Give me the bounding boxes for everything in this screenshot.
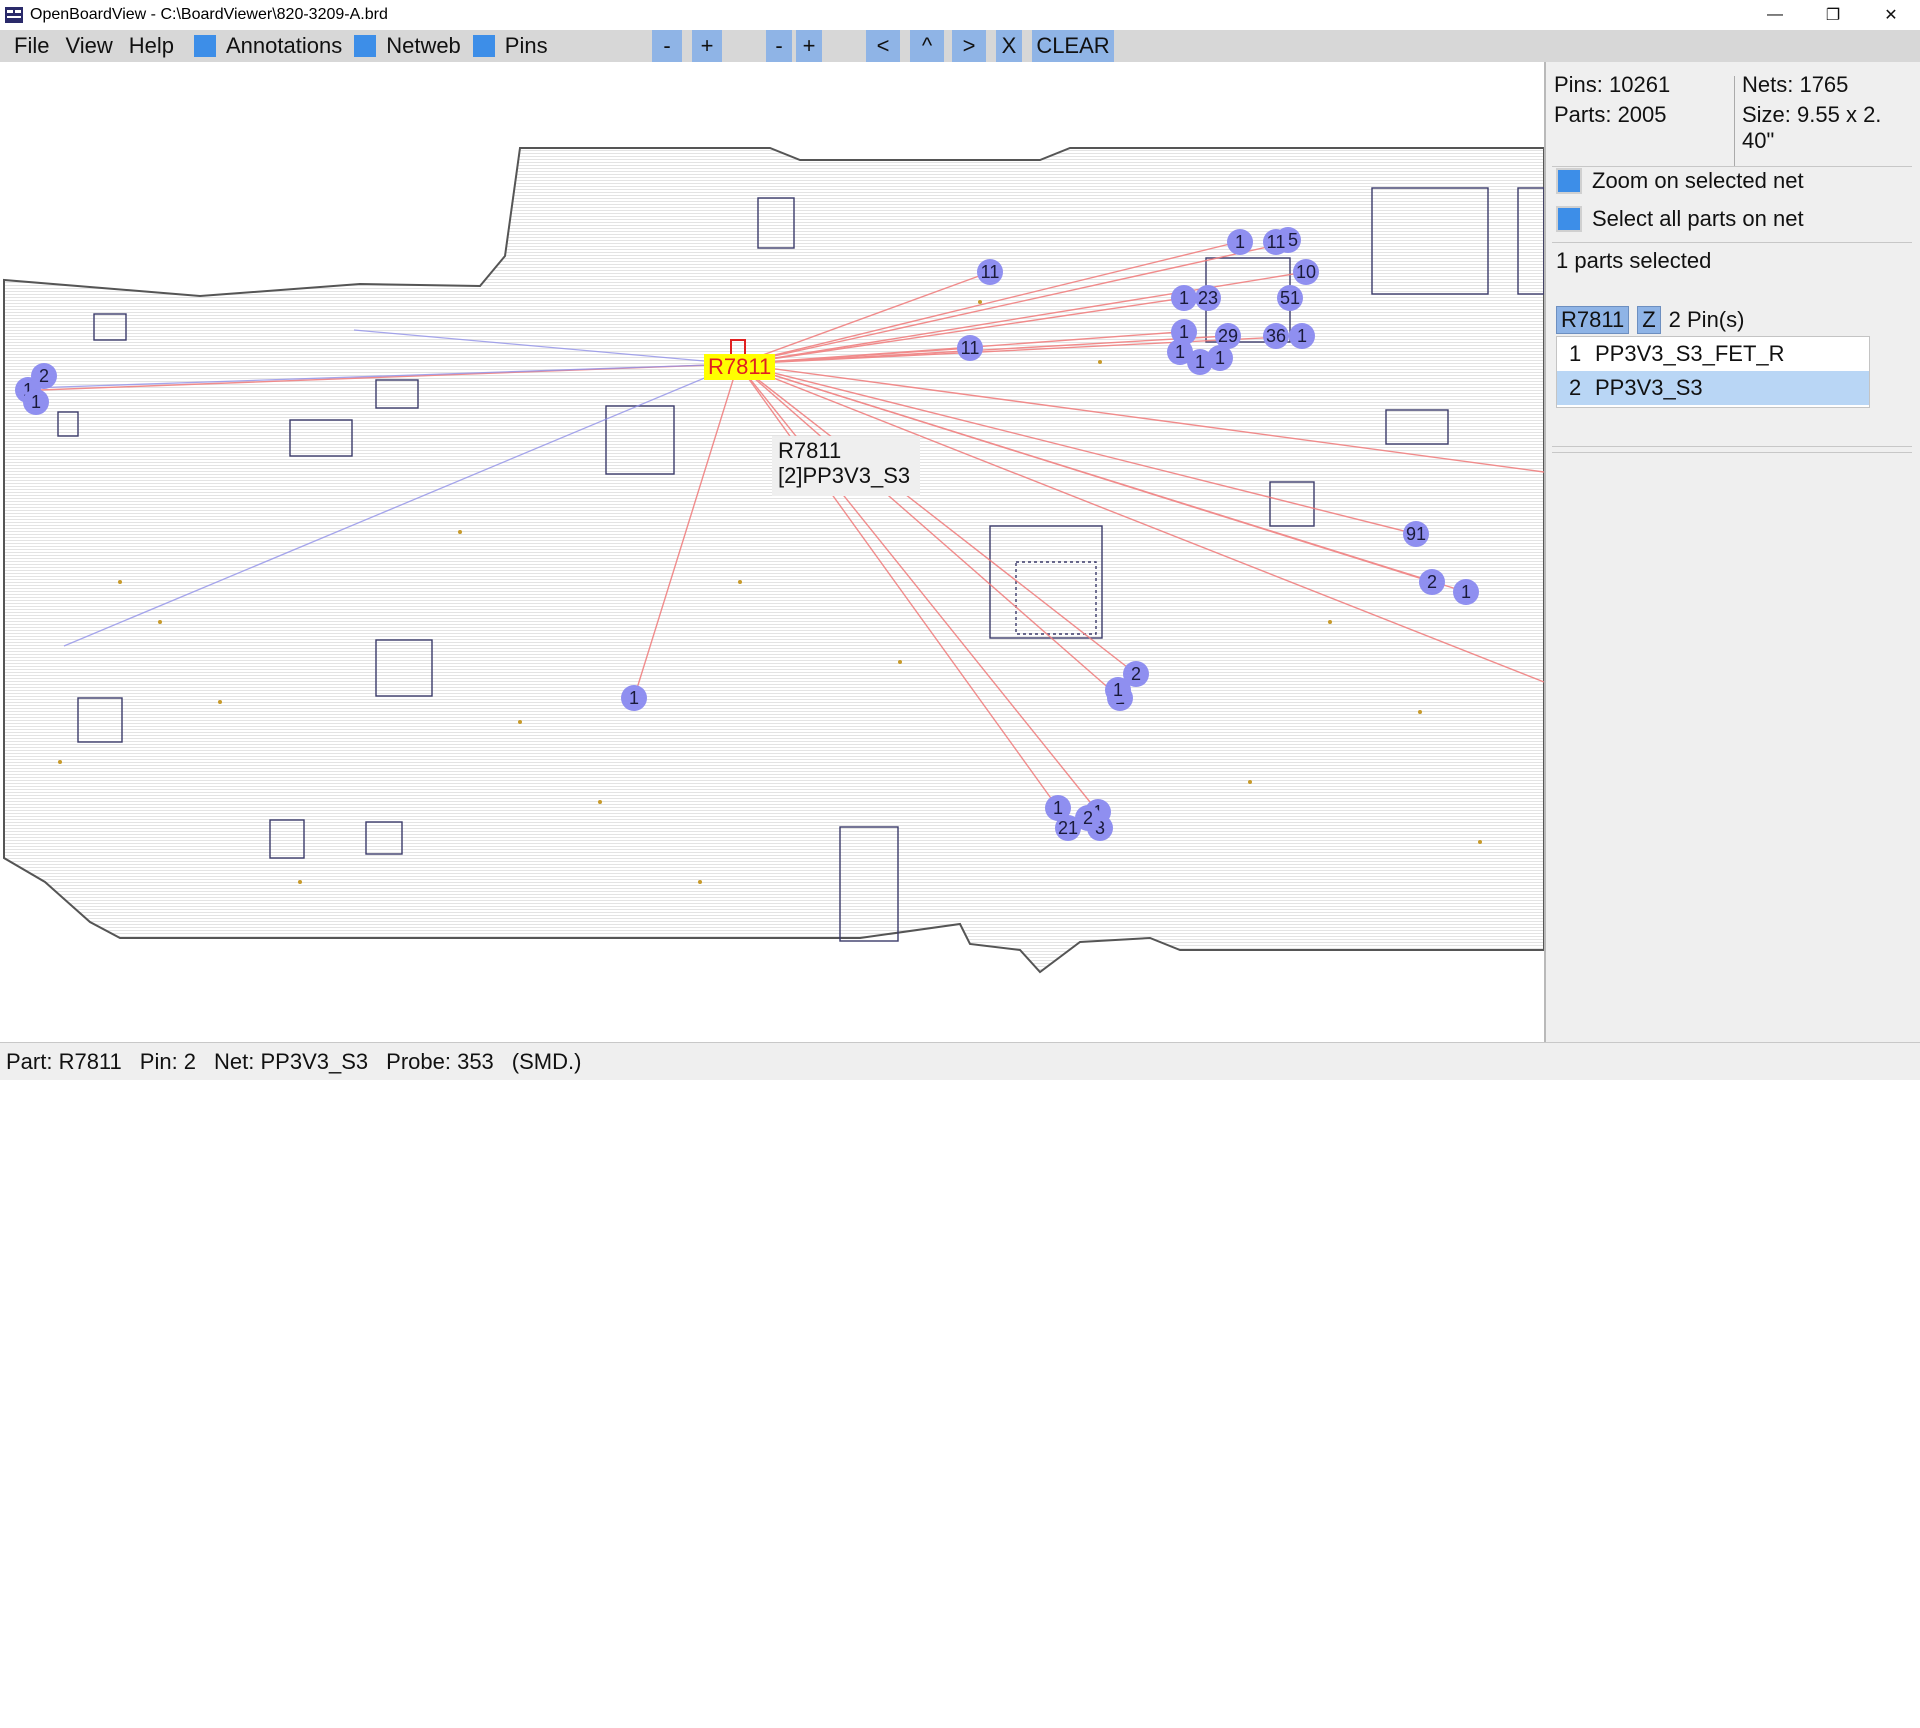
restore-icon: ❐ xyxy=(1825,7,1841,24)
close-button[interactable]: ✕ xyxy=(1862,0,1920,30)
menu-help[interactable]: Help xyxy=(121,33,182,59)
pin-net: PP3V3_S3 xyxy=(1595,375,1703,400)
info-panel: Pins: 10261 Parts: 2005 Nets: 1765 Size:… xyxy=(1546,62,1920,1042)
hover-tooltip: R7811 [2]PP3V3_S3 xyxy=(772,436,920,496)
select-all-label: Select all parts on net xyxy=(1592,206,1804,231)
board-viewport[interactable]: 1211111111510111123511293611191212111211… xyxy=(0,62,1546,1042)
pin-net: PP3V3_S3_FET_R xyxy=(1595,341,1785,366)
pin-marker[interactable]: 91 xyxy=(1403,521,1429,547)
scale-down-button[interactable]: - xyxy=(766,30,792,62)
menu-view[interactable]: View xyxy=(57,33,120,59)
pin-marker[interactable]: 11 xyxy=(1263,229,1289,255)
size-stat: Size: 9.55 x 2. 40" xyxy=(1742,102,1882,153)
highlighted-part-label: R7811 xyxy=(704,354,776,380)
pin-marker[interactable]: 51 xyxy=(1277,285,1303,311)
zoom-on-net-label: Zoom on selected net xyxy=(1592,168,1804,193)
pin-marker[interactable]: 2 xyxy=(1075,805,1101,831)
window-title: OpenBoardView - C:\BoardViewer\820-3209-… xyxy=(30,6,388,23)
scale-up-button[interactable]: + xyxy=(796,30,822,62)
pin-marker[interactable]: 2 xyxy=(31,363,57,389)
netweb-toggle[interactable]: Netweb xyxy=(354,33,461,59)
pin-number: 1 xyxy=(1569,341,1582,366)
prev-button[interactable]: < xyxy=(866,30,900,62)
tooltip-part: R7811 xyxy=(778,438,842,463)
pins-checkbox[interactable] xyxy=(472,35,495,57)
clear-button[interactable]: CLEAR xyxy=(1032,30,1114,62)
zoom-in-button[interactable]: + xyxy=(692,30,722,62)
select-all-option[interactable]: Select all parts on net xyxy=(1556,206,1804,232)
close-icon: ✕ xyxy=(1884,7,1898,24)
zoom-part-button[interactable]: Z xyxy=(1637,306,1661,334)
status-type: (SMD.) xyxy=(511,1048,582,1074)
pin-marker[interactable]: 11 xyxy=(957,335,983,361)
pin-marker[interactable]: 1 xyxy=(1167,339,1193,365)
status-bar: Part: R7811 Pin: 2 Net: PP3V3_S3 Probe: … xyxy=(0,1042,1920,1080)
pin-number: 2 xyxy=(1569,375,1582,400)
board-stats: Pins: 10261 Parts: 2005 Nets: 1765 Size:… xyxy=(1554,68,1910,166)
pin-marker[interactable]: 1 xyxy=(1289,323,1315,349)
restore-button[interactable]: ❐ xyxy=(1804,0,1862,30)
pins-toggle[interactable]: Pins xyxy=(472,33,548,59)
pin-marker[interactable]: 1 xyxy=(1207,345,1233,371)
zoom-out-button[interactable]: - xyxy=(652,30,682,62)
up-button[interactable]: ^ xyxy=(910,30,944,62)
pin-marker[interactable]: 1 xyxy=(23,389,49,415)
pins-stat: Pins: 10261 xyxy=(1554,72,1671,97)
next-button[interactable]: > xyxy=(952,30,986,62)
pin-marker[interactable]: 10 xyxy=(1293,259,1319,285)
selected-part-header: R7811 Z 2 Pin(s) xyxy=(1556,306,1744,334)
pin-marker[interactable]: 11 xyxy=(977,259,1003,285)
minimize-button[interactable]: — xyxy=(1746,0,1804,30)
nets-stat: Nets: 1765 xyxy=(1742,72,1849,97)
annotations-toggle[interactable]: Annotations xyxy=(194,33,342,59)
pin-marker[interactable]: 1 xyxy=(621,685,647,711)
board-canvas[interactable] xyxy=(0,62,1544,1042)
pins-label: Pins xyxy=(504,33,548,58)
title-bar: OpenBoardView - C:\BoardViewer\820-3209-… xyxy=(0,0,1920,30)
pin-marker[interactable]: 1 xyxy=(1227,229,1253,255)
netweb-label: Netweb xyxy=(386,33,461,58)
annotations-checkbox[interactable] xyxy=(194,35,216,57)
zoom-on-net-option[interactable]: Zoom on selected net xyxy=(1556,168,1804,194)
panel-separator xyxy=(1552,452,1912,453)
pin-marker[interactable]: 1 xyxy=(1105,677,1131,703)
selected-part-button[interactable]: R7811 xyxy=(1556,306,1630,334)
pin-row[interactable]: 1 PP3V3_S3_FET_R xyxy=(1557,337,1869,371)
pin-marker[interactable]: 1 xyxy=(1453,579,1479,605)
pin-count: 2 Pin(s) xyxy=(1668,307,1745,332)
menu-file[interactable]: File xyxy=(6,33,57,59)
panel-separator xyxy=(1552,446,1912,447)
annotations-label: Annotations xyxy=(226,33,343,58)
x-button[interactable]: X xyxy=(996,30,1022,62)
netweb-checkbox[interactable] xyxy=(354,35,377,57)
pin-marker[interactable]: 36 xyxy=(1263,323,1289,349)
pin-marker[interactable]: 23 xyxy=(1195,285,1221,311)
status-pin: Pin: 2 xyxy=(139,1048,197,1074)
pin-marker[interactable]: 2 xyxy=(1419,569,1445,595)
parts-stat: Parts: 2005 xyxy=(1554,102,1667,127)
zoom-on-net-checkbox[interactable] xyxy=(1556,168,1582,194)
status-net: Net: PP3V3_S3 xyxy=(214,1048,369,1074)
status-part: Part: R7811 xyxy=(6,1048,122,1074)
pin-marker[interactable]: 1 xyxy=(1171,285,1197,311)
stats-divider xyxy=(1734,76,1735,166)
pin-row-selected[interactable]: 2 PP3V3_S3 xyxy=(1557,371,1869,405)
panel-separator xyxy=(1552,242,1912,243)
minimize-icon: — xyxy=(1767,6,1783,23)
status-probe: Probe: 353 xyxy=(386,1048,494,1074)
pin-list: 1 PP3V3_S3_FET_R 2 PP3V3_S3 xyxy=(1556,336,1870,408)
tooltip-net: [2]PP3V3_S3 xyxy=(778,463,911,488)
parts-selected-count: 1 parts selected xyxy=(1556,248,1712,273)
toolbar: File View Help Annotations Netweb Pins -… xyxy=(0,30,1920,62)
select-all-checkbox[interactable] xyxy=(1556,206,1582,232)
panel-separator xyxy=(1552,166,1912,167)
app-icon xyxy=(5,7,23,23)
